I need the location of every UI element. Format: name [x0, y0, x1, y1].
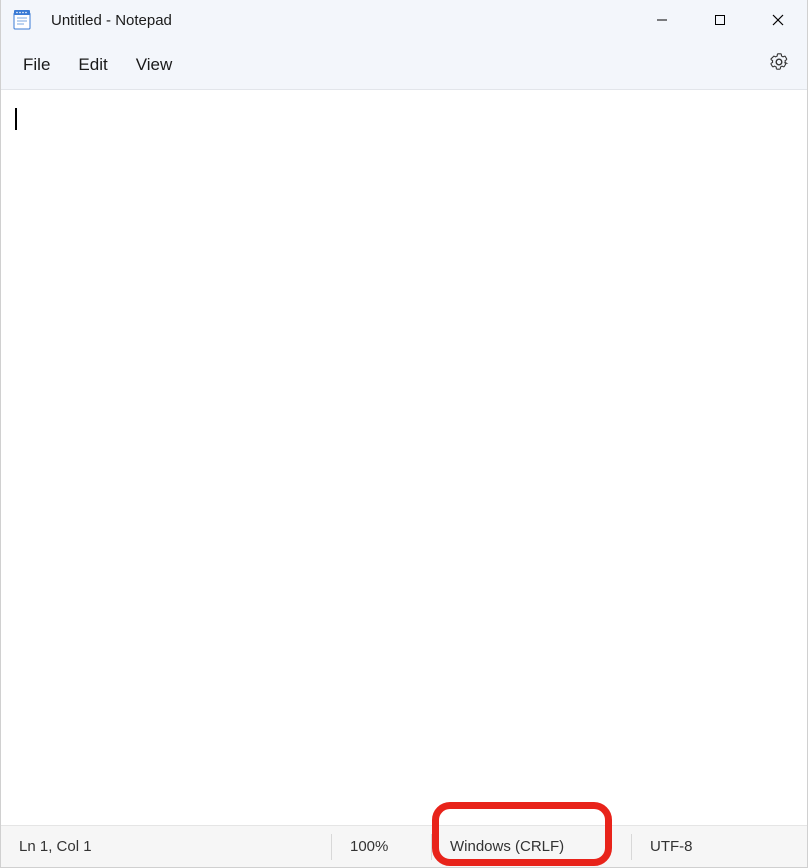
menu-file[interactable]: File [9, 49, 64, 81]
notepad-app-icon [13, 10, 31, 30]
window-controls [633, 0, 807, 40]
maximize-icon [714, 14, 726, 26]
status-cursor-position: Ln 1, Col 1 [1, 834, 331, 860]
status-encoding: UTF-8 [631, 834, 807, 860]
maximize-button[interactable] [691, 0, 749, 40]
window-title: Untitled - Notepad [51, 12, 633, 29]
close-icon [772, 14, 784, 26]
titlebar[interactable]: Untitled - Notepad [1, 0, 807, 40]
menu-edit[interactable]: Edit [64, 49, 121, 81]
text-editor-area[interactable] [1, 90, 807, 825]
settings-button[interactable] [759, 46, 799, 83]
minimize-icon [656, 14, 668, 26]
notepad-window: Untitled - Notepad File Edit Vi [0, 0, 808, 868]
status-zoom[interactable]: 100% [331, 834, 431, 860]
gear-icon [769, 52, 789, 72]
statusbar: Ln 1, Col 1 100% Windows (CRLF) UTF-8 [1, 825, 807, 867]
status-line-ending: Windows (CRLF) [431, 834, 631, 860]
text-cursor [15, 108, 17, 130]
minimize-button[interactable] [633, 0, 691, 40]
close-button[interactable] [749, 0, 807, 40]
menubar: File Edit View [1, 40, 807, 90]
menu-view[interactable]: View [122, 49, 187, 81]
